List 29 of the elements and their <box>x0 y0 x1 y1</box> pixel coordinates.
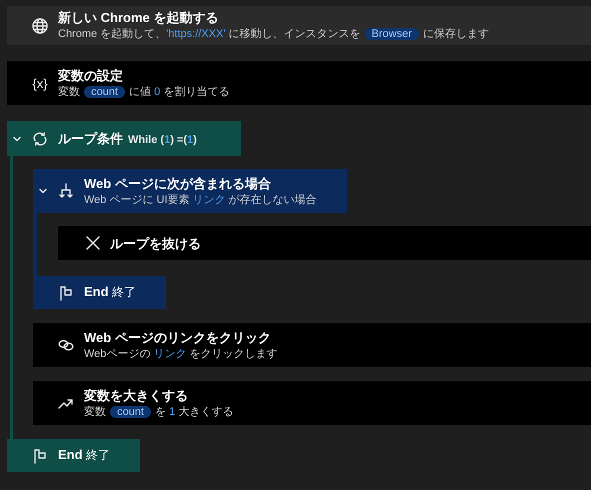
end-row[interactable]: End 終了 <box>7 439 140 472</box>
end-label: End 終了 <box>58 447 110 464</box>
step-title: ループを抜ける <box>110 234 201 252</box>
step-title: 変数の設定 <box>58 66 123 84</box>
action-card[interactable]: 新しい Chrome を起動する Chrome を起動して、'https://XXX' に移動し、インスタンスを Browser に保存します <box>7 6 591 45</box>
step-title: ループ条件 <box>58 130 123 147</box>
step-description: Webページの リンク をクリックします <box>84 346 278 362</box>
chevron-icon[interactable] <box>38 186 48 196</box>
step-description: 変数 count に値 0 を割り当てる <box>58 84 230 100</box>
end-row[interactable]: End 終了 <box>33 276 166 309</box>
branch-icon <box>57 182 75 200</box>
loop-header[interactable]: ループ条件 While (1) =(1) <box>7 121 241 156</box>
globe-icon <box>31 16 49 34</box>
end-label: End 終了 <box>84 284 136 301</box>
condition-header[interactable]: Web ページに次が含まれる場合 Web ページに UI要素 リンク が存在しない場合 <box>33 169 347 213</box>
action-card[interactable]: ループを抜ける <box>58 226 591 260</box>
variable-icon: {x} <box>32 76 48 90</box>
step-title: 新しい Chrome を起動する <box>58 9 218 26</box>
step-description: 変数 count を 1 大きくする <box>84 404 234 420</box>
close-icon <box>84 234 102 252</box>
action-card[interactable]: Web ページのリンクをクリック Webページの リンク をクリックします <box>33 323 591 367</box>
loop-icon <box>31 130 49 148</box>
step-title: Web ページに次が含まれる場合 <box>84 174 271 192</box>
step-description: Web ページに UI要素 リンク が存在しない場合 <box>84 192 317 208</box>
step-title: Web ページのリンクをクリック <box>84 328 271 346</box>
step-title: 変数を大きくする <box>84 386 188 404</box>
loop-condition: While (1) =(1) <box>128 134 197 146</box>
action-card[interactable]: 変数を大きくする 変数 count を 1 大きくする <box>33 381 591 425</box>
step-description: Chrome を起動して、'https://XXX' に移動し、インスタンスを Browser に保存します <box>58 27 489 42</box>
